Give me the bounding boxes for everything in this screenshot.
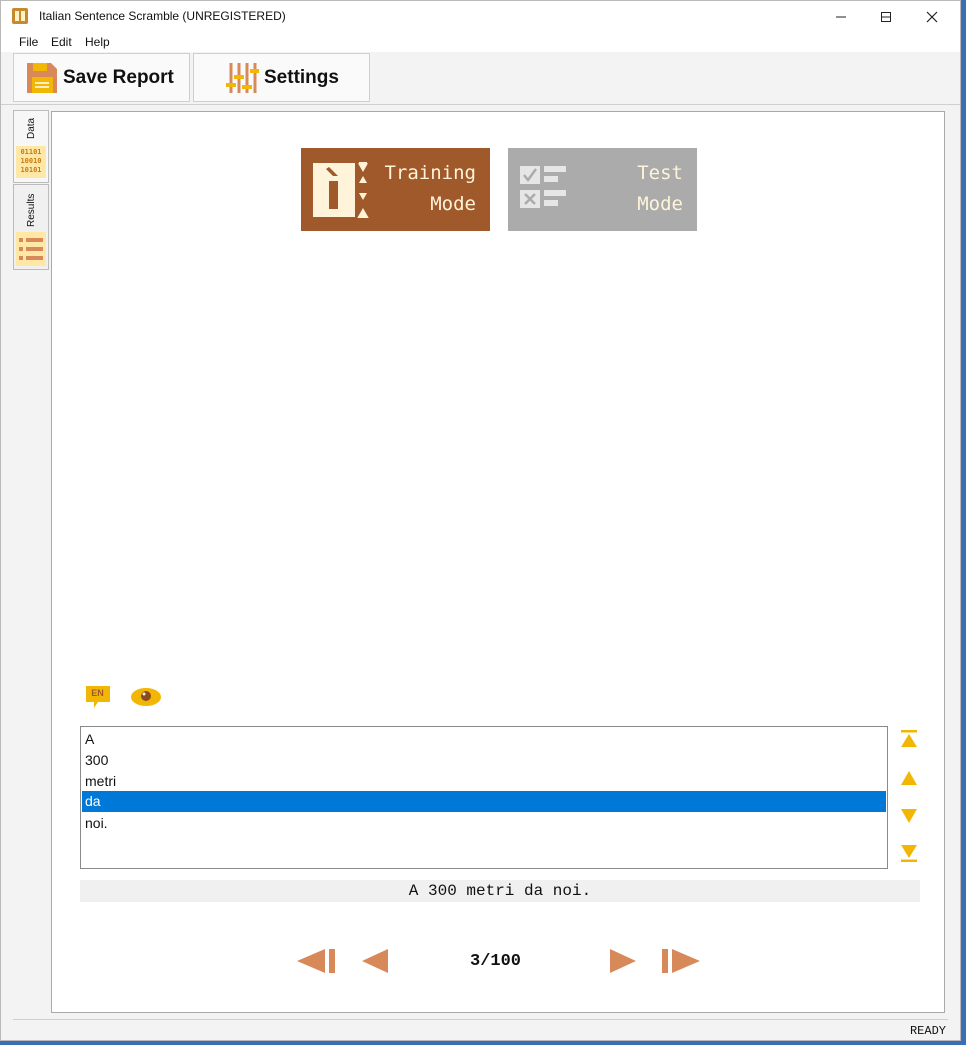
sliders-icon	[226, 62, 259, 93]
tab-results-label: Results	[26, 193, 37, 227]
window-title: Italian Sentence Scramble (UNREGISTERED)	[39, 9, 286, 23]
settings-button[interactable]: Settings	[193, 53, 370, 102]
side-tabs: Data 01101 10010 10101 Results	[13, 110, 49, 1016]
floppy-disk-icon	[27, 62, 57, 93]
word-list[interactable]: A 300 metri da noi.	[80, 726, 888, 869]
test-mode-line1: Test	[637, 162, 683, 184]
list-item[interactable]: metri	[82, 771, 886, 792]
checklist-icon	[520, 166, 566, 208]
move-up-icon[interactable]	[900, 769, 918, 787]
translation-badge: EN	[91, 688, 104, 698]
first-page-icon[interactable]	[297, 949, 337, 973]
status-bar: READY	[13, 1019, 948, 1040]
menu-edit[interactable]: Edit	[51, 35, 72, 49]
close-icon	[926, 11, 938, 22]
training-mode-line2: Mode	[430, 193, 476, 215]
training-mode-line1: Training	[384, 162, 476, 184]
next-page-icon[interactable]	[608, 949, 636, 973]
eye-icon[interactable]	[130, 687, 162, 707]
list-item[interactable]: 300	[82, 750, 886, 771]
maximize-button[interactable]	[863, 1, 909, 32]
save-report-label: Save Report	[63, 66, 174, 88]
show-translation-button[interactable]: EN	[85, 685, 111, 709]
move-top-icon[interactable]	[900, 730, 918, 748]
menu-help[interactable]: Help	[85, 35, 110, 49]
list-item[interactable]: noi.	[82, 813, 886, 834]
previous-page-icon[interactable]	[362, 949, 390, 973]
tab-results[interactable]: Results	[13, 184, 49, 270]
app-window: Italian Sentence Scramble (UNREGISTERED)…	[0, 0, 961, 1041]
tab-data[interactable]: Data 01101 10010 10101	[13, 110, 49, 183]
title-bar: Italian Sentence Scramble (UNREGISTERED)	[1, 1, 960, 32]
main-panel: Training Mode Test Mode EN A 300 metri d…	[51, 111, 945, 1013]
list-item-selected[interactable]: da	[82, 791, 886, 812]
last-page-icon[interactable]	[662, 949, 702, 973]
toolbar: Save Report Settings	[1, 52, 960, 105]
minimize-icon	[836, 16, 846, 17]
training-mode-icon	[313, 162, 369, 218]
menu-file[interactable]: File	[19, 35, 38, 49]
list-item[interactable]: A	[82, 729, 886, 750]
tab-data-label: Data	[26, 117, 37, 139]
save-report-button[interactable]: Save Report	[13, 53, 190, 102]
list-icon	[16, 232, 46, 266]
status-text: READY	[909, 1024, 946, 1038]
page-counter: 3/100	[470, 952, 522, 971]
maximize-icon	[881, 11, 891, 22]
test-mode-button[interactable]: Test Mode	[508, 148, 697, 231]
training-mode-button[interactable]: Training Mode	[301, 148, 490, 231]
menu-bar: File Edit Help	[1, 32, 960, 53]
binary-data-icon: 01101 10010 10101	[16, 146, 46, 178]
minimize-button-2[interactable]	[818, 1, 864, 32]
move-bottom-icon[interactable]	[900, 844, 918, 862]
close-button[interactable]	[909, 1, 955, 32]
test-mode-line2: Mode	[637, 193, 683, 215]
move-down-icon[interactable]	[900, 807, 918, 825]
sentence-display: A 300 metri da noi.	[80, 880, 920, 902]
app-icon	[12, 8, 28, 24]
settings-label: Settings	[264, 66, 339, 88]
pager: 3/100	[52, 947, 944, 977]
